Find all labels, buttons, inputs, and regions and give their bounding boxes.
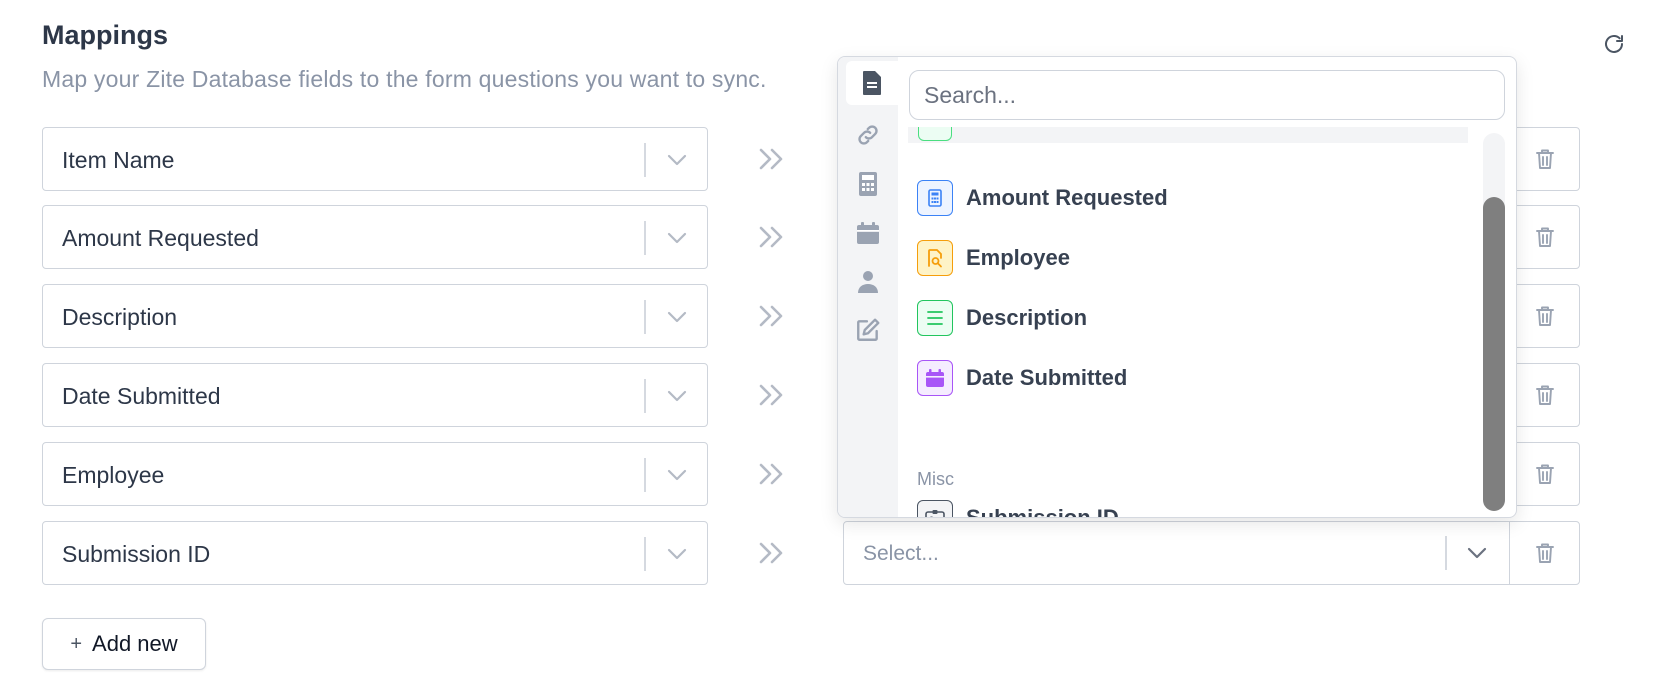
double-chevron-right-icon	[757, 381, 787, 409]
plus-icon: +	[70, 633, 83, 655]
select-divider	[644, 221, 646, 255]
rail-tab-date[interactable]	[846, 211, 890, 255]
double-chevron-right-icon	[757, 302, 787, 330]
mappings-page: Mappings Map your Zite Database fields t…	[0, 0, 1657, 695]
chevron-down-icon	[1466, 542, 1488, 564]
source-field-select[interactable]: Submission ID	[42, 521, 708, 585]
source-field-select[interactable]: Date Submitted	[42, 363, 708, 427]
delete-row-button[interactable]	[1509, 284, 1580, 348]
trash-icon	[1535, 227, 1554, 247]
source-field-value: Submission ID	[62, 541, 211, 567]
refresh-button[interactable]	[1600, 30, 1628, 58]
double-chevron-right-icon	[757, 539, 787, 567]
trash-icon	[1535, 149, 1554, 169]
delete-row-button[interactable]	[1509, 205, 1580, 269]
rail-tab-number[interactable]	[846, 162, 890, 206]
edit-icon	[857, 318, 880, 341]
page-subtitle: Map your Zite Database fields to the for…	[42, 66, 767, 92]
source-field-value: Amount Requested	[62, 225, 259, 251]
delete-row-button[interactable]	[1509, 363, 1580, 427]
source-field-select[interactable]: Amount Requested	[42, 205, 708, 269]
select-divider	[644, 379, 646, 413]
chevron-down-icon	[666, 149, 688, 171]
person-search-icon	[917, 240, 953, 276]
field-picker-dropdown: Amount Requested Employee Description Da…	[837, 56, 1517, 518]
chevron-down-icon	[666, 543, 688, 565]
search-input[interactable]	[909, 70, 1505, 120]
target-field-placeholder: Select...	[863, 542, 939, 565]
option-submission-id[interactable]: Submission ID	[898, 489, 1468, 518]
option-description[interactable]: Description	[898, 289, 1468, 345]
select-divider	[644, 458, 646, 492]
mapping-row: Submission ID Select...	[42, 521, 1580, 585]
chevron-down-icon	[666, 464, 688, 486]
select-divider	[644, 143, 646, 177]
source-field-select[interactable]: Item Name	[42, 127, 708, 191]
add-new-label: Add new	[92, 631, 178, 656]
options-list: Amount Requested Employee Description Da…	[898, 127, 1468, 518]
source-field-value: Date Submitted	[62, 383, 221, 409]
source-field-select[interactable]: Description	[42, 284, 708, 348]
trash-icon	[1535, 385, 1554, 405]
delete-row-button[interactable]	[1509, 127, 1580, 191]
page-title: Mappings	[42, 20, 168, 50]
calendar-icon	[857, 222, 879, 244]
double-chevron-right-icon	[757, 145, 787, 173]
calendar-icon	[917, 360, 953, 396]
source-field-value: Item Name	[62, 147, 175, 173]
scrollbar-thumb[interactable]	[1483, 197, 1505, 511]
trash-icon	[1535, 543, 1554, 563]
group-label-misc: Misc	[917, 469, 954, 489]
refresh-icon	[1605, 35, 1623, 53]
document-icon	[863, 71, 881, 95]
rail-tab-link[interactable]	[846, 113, 890, 157]
target-field-select[interactable]: Select...	[843, 521, 1510, 585]
select-divider	[644, 537, 646, 571]
person-icon	[858, 271, 878, 293]
chevron-down-icon	[666, 227, 688, 249]
lines-icon	[918, 127, 952, 141]
option-label: Date Submitted	[966, 365, 1128, 390]
list-item-partial[interactable]	[908, 127, 1468, 143]
link-icon	[858, 125, 878, 145]
select-divider	[1445, 536, 1447, 570]
option-date-submitted[interactable]: Date Submitted	[898, 349, 1468, 405]
option-employee[interactable]: Employee	[898, 229, 1468, 285]
option-label: Amount Requested	[966, 185, 1168, 210]
chevron-down-icon	[666, 385, 688, 407]
option-label: Description	[966, 305, 1088, 330]
rail-tab-text[interactable]	[846, 61, 898, 105]
chevron-down-icon	[666, 306, 688, 328]
option-amount-requested[interactable]: Amount Requested	[898, 169, 1468, 225]
trash-icon	[1535, 306, 1554, 326]
source-field-value: Employee	[62, 462, 165, 488]
delete-row-button[interactable]	[1509, 442, 1580, 506]
source-field-select[interactable]: Employee	[42, 442, 708, 506]
delete-row-button[interactable]	[1509, 521, 1580, 585]
trash-icon	[1535, 464, 1554, 484]
rail-tab-person[interactable]	[846, 260, 890, 304]
select-divider	[644, 300, 646, 334]
id-card-icon	[917, 500, 953, 517]
calculator-icon	[859, 172, 877, 196]
double-chevron-right-icon	[757, 460, 787, 488]
option-label: Employee	[966, 245, 1070, 270]
option-label: Submission ID	[966, 505, 1119, 518]
add-new-button[interactable]: + Add new	[42, 618, 206, 670]
double-chevron-right-icon	[757, 223, 787, 251]
source-field-value: Description	[62, 304, 178, 330]
calculator-icon	[917, 180, 953, 216]
rail-tab-signature[interactable]	[846, 308, 890, 352]
lines-icon	[917, 300, 953, 336]
category-rail	[838, 57, 898, 517]
